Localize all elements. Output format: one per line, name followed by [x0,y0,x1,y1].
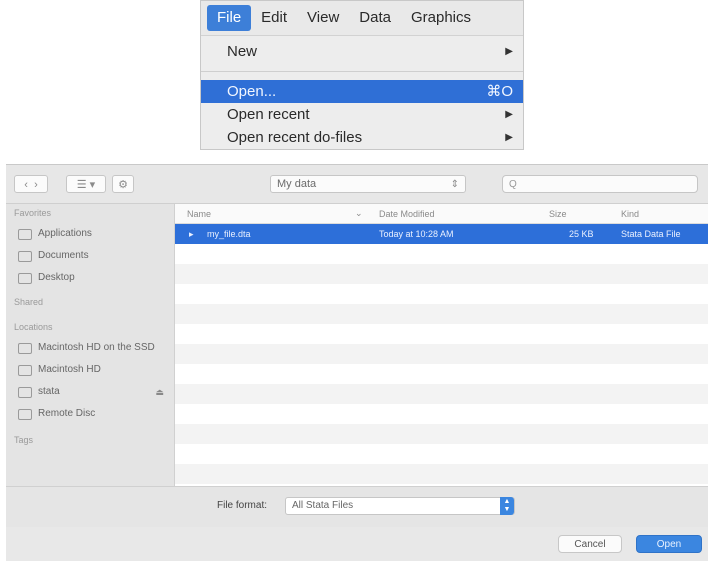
sidebar-item-desktop[interactable]: Desktop [6,267,174,289]
file-format-label: File format: [217,500,268,511]
menu-view[interactable]: View [297,5,349,31]
menu-item-open-recent-dofiles[interactable]: Open recent do-files ▶ [201,126,523,149]
documents-icon [18,250,32,262]
submenu-arrow-icon: ▶ [505,46,513,57]
chevron-updown-icon: ▲ ▼ [500,497,514,515]
menu-file[interactable]: File [207,5,252,31]
sidebar-item-documents[interactable]: Documents [6,245,174,267]
eject-icon[interactable]: ⏏ [155,381,164,403]
open-button[interactable]: Open [636,535,702,553]
drive-icon [18,386,32,398]
desktop-icon [18,272,32,284]
file-list-header: Name ⌄ Date Modified Size Kind [175,204,708,224]
menu-item-open-label: Open... [227,83,277,100]
applications-icon [18,228,32,240]
empty-row [175,464,708,484]
sidebar-header-favorites: Favorites [14,208,52,218]
disclosure-icon: ▸ [189,229,194,239]
back-icon[interactable]: ‹ [24,179,28,191]
list-view-icon: ☰ ▾ [76,179,96,191]
menu-item-open-recent[interactable]: Open recent ▶ [201,103,523,126]
submenu-arrow-icon: ▶ [505,132,513,143]
sidebar-item-applications[interactable]: Applications [6,223,174,245]
column-kind[interactable]: Kind [621,209,639,219]
sidebar-item-label: Macintosh HD [38,364,101,375]
chevron-updown-icon: ⇕ [450,179,459,190]
cancel-button[interactable]: Cancel [558,535,622,553]
sidebar-header-locations: Locations [14,322,53,332]
sidebar-item-label: Documents [38,250,89,261]
dialog-toolbar: ‹ › ☰ ▾ ⚙ My data ⇕ Q [6,165,708,204]
dialog-sidebar: Favorites Applications Documents Desktop… [6,204,175,486]
back-forward-buttons[interactable]: ‹ › [14,175,48,193]
column-date-modified[interactable]: Date Modified [379,209,435,219]
menu-edit[interactable]: Edit [251,5,297,31]
file-format-bar: File format: All Stata Files ▲ ▼ [6,486,708,527]
menu-graphics[interactable]: Graphics [401,5,481,31]
disc-icon [18,408,32,420]
sidebar-header-shared: Shared [14,297,44,307]
empty-row [175,264,708,284]
menu-item-new-label: New [227,43,258,60]
submenu-arrow-icon: ▶ [505,109,513,120]
menu-bar: File Edit View Data Graphics [201,1,523,36]
file-kind: Stata Data File [621,229,681,239]
search-input[interactable]: Q [502,175,698,193]
column-name[interactable]: Name [187,209,211,219]
empty-row [175,384,708,404]
hard-drive-icon [18,342,32,354]
file-name: my_file.dta [207,229,251,239]
folder-path-label: My data [277,178,317,190]
empty-row [175,424,708,444]
sidebar-item-label: Applications [38,228,92,239]
sidebar-header-tags: Tags [14,435,34,445]
file-format-value: All Stata Files [292,500,354,511]
search-icon: Q [509,179,517,190]
dialog-buttons: Cancel Open [6,527,708,561]
path-popup[interactable]: My data ⇕ [270,175,466,193]
sort-chevron-icon: ⌄ [355,208,363,218]
open-dialog: ‹ › ☰ ▾ ⚙ My data ⇕ Q Favorites Applicat… [6,164,708,561]
file-size: 25 KB [569,229,594,239]
sidebar-item-label: Macintosh HD on the SSD [38,342,155,353]
menu-item-open[interactable]: Open... ⌘O [201,80,523,103]
column-size[interactable]: Size [549,209,567,219]
sidebar-item-location-3[interactable]: stata ⏏ [6,381,174,403]
file-row[interactable]: ▸ my_file.dta Today at 10:28 AM 25 KB St… [175,224,708,244]
sidebar-item-label: stata [38,386,60,397]
sidebar-item-location-4[interactable]: Remote Disc [6,403,174,425]
file-menu: File Edit View Data Graphics New ▶ Open.… [200,0,524,150]
sidebar-item-location-2[interactable]: Macintosh HD [6,359,174,381]
gear-icon: ⚙ [118,179,128,191]
menu-item-open-recent-label: Open recent [227,106,310,123]
sidebar-item-label: Desktop [38,272,75,283]
menu-item-new[interactable]: New ▶ [201,40,523,63]
action-button[interactable]: ⚙ [112,175,134,193]
empty-row [175,344,708,364]
file-format-select[interactable]: All Stata Files ▲ ▼ [285,497,515,515]
sidebar-item-label: Remote Disc [38,408,96,419]
menu-separator [201,71,523,72]
menu-item-open-shortcut: ⌘O [486,83,513,100]
forward-icon[interactable]: › [34,179,38,191]
menu-data[interactable]: Data [349,5,401,31]
file-date: Today at 10:28 AM [379,229,454,239]
menu-item-open-recent-dofiles-label: Open recent do-files [227,129,363,146]
file-list: Name ⌄ Date Modified Size Kind ▸ my_file… [175,204,708,486]
empty-row [175,304,708,324]
sidebar-item-location-1[interactable]: Macintosh HD on the SSD [6,337,174,359]
view-mode-button[interactable]: ☰ ▾ [66,175,106,193]
hard-drive-icon [18,364,32,376]
